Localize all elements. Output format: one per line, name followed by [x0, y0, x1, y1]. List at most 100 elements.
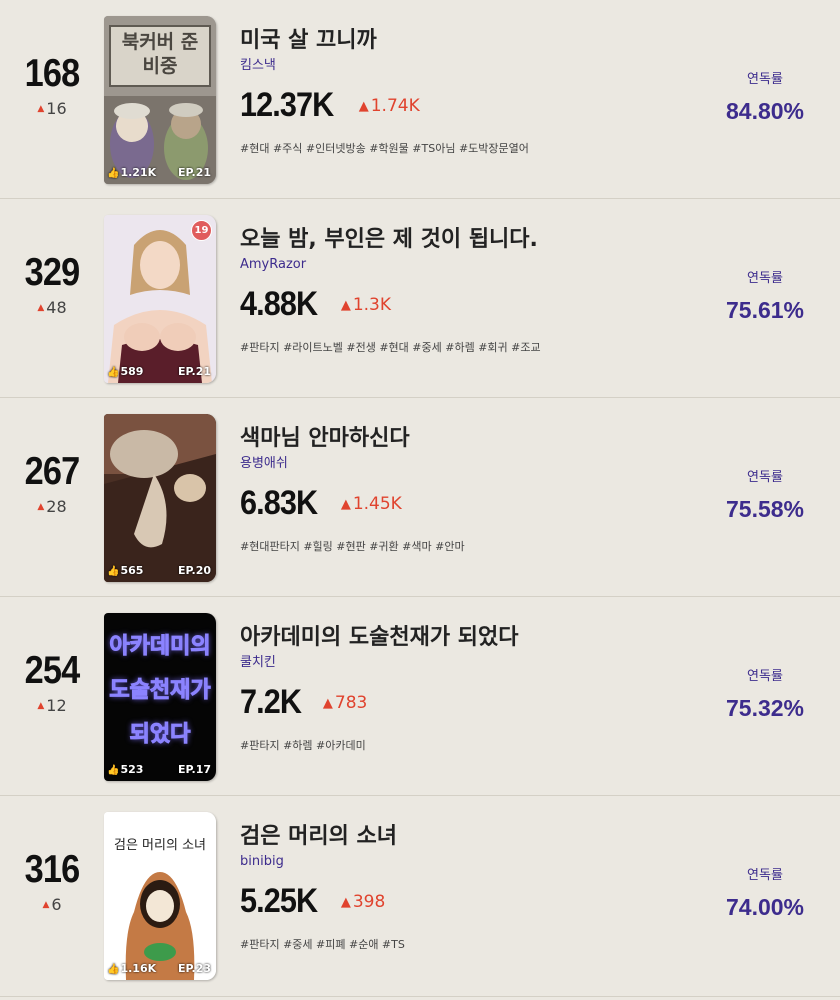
ranking-list: 168 ▲ 16 북커버 준비중 👍1.21K EP.21 미국 살 끄니까 킴스…	[0, 0, 840, 1000]
likes-count: 👍565	[107, 564, 143, 577]
rank-change: ▲ 6	[0, 896, 104, 914]
rank-change: ▲ 48	[0, 299, 104, 317]
episode-count: EP.21	[177, 365, 211, 378]
triangle-up-icon: ▲	[340, 496, 351, 512]
view-count: 7.2K	[240, 683, 302, 721]
rank-change-value: 12	[46, 696, 67, 715]
episode-count: EP.17	[177, 763, 211, 776]
item-info: 미국 살 끄니까 킴스낵 12.37K ▲ 1.74K #현대 #주식 #인터넷방…	[240, 27, 710, 156]
item-stats: 12.37K ▲ 1.74K	[240, 86, 710, 124]
item-info: 오늘 밤, 부인은 제 것이 됩니다. AmyRazor 4.88K ▲ 1.3K…	[240, 226, 710, 355]
rank-block: 316 ▲ 6	[0, 850, 104, 914]
rank-change-value: 48	[46, 298, 67, 317]
item-author[interactable]: 용병애쉬	[240, 456, 710, 472]
triangle-up-icon: ▲	[37, 303, 45, 313]
item-tags: #판타지 #중세 #피폐 #순애 #TS	[240, 938, 405, 951]
triangle-up-icon: ▲	[358, 98, 369, 114]
item-stats: 4.88K ▲ 1.3K	[240, 285, 710, 323]
view-delta-value: 783	[334, 692, 368, 713]
item-title[interactable]: 아카데미의 도술천재가 되었다	[240, 624, 710, 652]
item-info: 색마님 안마하신다 용병애쉬 6.83K ▲ 1.45K #현대판타지 #힐링 #…	[240, 425, 710, 554]
read-ratio-value: 75.58%	[725, 496, 804, 522]
thumbs-up-icon: 👍	[107, 367, 120, 378]
read-ratio-label: 연독률	[747, 868, 783, 883]
cover-image[interactable]: 검은 머리의 소녀 👍1.16K EP.23	[104, 812, 216, 980]
rank-number: 329	[24, 251, 81, 294]
thumbs-up-icon: 👍	[107, 964, 120, 975]
rank-number: 267	[24, 450, 81, 493]
item-tags: #판타지 #하렘 #아카데미	[240, 739, 366, 752]
item-tags: #판타지 #라이트노벨 #전생 #현대 #중세 #하렘 #회귀 #조교	[240, 341, 541, 354]
read-ratio-label: 연독률	[747, 271, 783, 286]
cover-image[interactable]: 북커버 준비중 👍1.21K EP.21	[104, 16, 216, 184]
item-author[interactable]: binibig	[240, 854, 710, 870]
likes-count: 👍589	[107, 365, 143, 378]
view-delta: ▲ 1.74K	[359, 96, 420, 116]
item-title[interactable]: 오늘 밤, 부인은 제 것이 됩니다.	[240, 226, 710, 254]
read-ratio: 연독률 75.61%	[720, 271, 810, 323]
item-title[interactable]: 검은 머리의 소녀	[240, 823, 710, 851]
item-tags: #현대 #주식 #인터넷방송 #학원물 #TS아님 #도박장문열어	[240, 142, 529, 155]
episode-count: EP.20	[177, 564, 211, 577]
thumbs-up-icon: 👍	[107, 566, 120, 577]
age-rating-badge: 19	[191, 220, 212, 241]
read-ratio: 연독률 75.58%	[720, 470, 810, 522]
view-delta-value: 1.3K	[352, 294, 392, 315]
likes-value: 565	[120, 564, 144, 577]
item-author[interactable]: 쿨치킨	[240, 655, 710, 671]
item-stats: 6.83K ▲ 1.45K	[240, 484, 710, 522]
rank-block: 329 ▲ 48	[0, 253, 104, 317]
rank-change-value: 28	[46, 497, 67, 516]
read-ratio-value: 75.32%	[725, 695, 804, 721]
list-item[interactable]: 254 ▲ 12 아카데미의 도술천재가 되었다 👍523 EP.17 아카데미의…	[0, 597, 840, 796]
cover-title: 북커버 준비중	[121, 31, 199, 77]
view-delta: ▲ 1.3K	[341, 295, 391, 315]
rank-number: 254	[24, 649, 81, 692]
item-stats: 7.2K ▲ 783	[240, 683, 710, 721]
read-ratio: 연독률 74.00%	[720, 868, 810, 920]
item-info: 아카데미의 도술천재가 되었다 쿨치킨 7.2K ▲ 783 #판타지 #하렘 #…	[240, 624, 710, 753]
view-delta: ▲ 783	[323, 693, 367, 713]
item-title[interactable]: 색마님 안마하신다	[240, 425, 710, 453]
view-delta-value: 398	[352, 891, 386, 912]
view-delta: ▲ 398	[341, 892, 385, 912]
cover-title: 검은 머리의 소녀	[114, 838, 206, 853]
list-item[interactable]: 168 ▲ 16 북커버 준비중 👍1.21K EP.21 미국 살 끄니까 킴스…	[0, 0, 840, 199]
list-item[interactable]: 267 ▲ 28 👍565 EP.20 색마님 안마하신다 용병애쉬 6.83K …	[0, 398, 840, 597]
cover-image[interactable]: 19 👍589 EP.21	[104, 215, 216, 383]
rank-block: 267 ▲ 28	[0, 452, 104, 516]
view-count: 6.83K	[240, 484, 318, 522]
view-count: 5.25K	[240, 882, 318, 920]
item-title[interactable]: 미국 살 끄니까	[240, 27, 710, 55]
view-delta-value: 1.45K	[352, 493, 402, 514]
triangle-up-icon: ▲	[340, 894, 351, 910]
read-ratio-value: 75.61%	[725, 297, 804, 323]
list-item[interactable]: 316 ▲ 6 검은 머리의 소녀 👍1.16K EP.23 검은 머리의 소녀 …	[0, 796, 840, 997]
triangle-up-icon: ▲	[37, 104, 45, 114]
read-ratio-value: 84.80%	[725, 98, 804, 124]
read-ratio-value: 74.00%	[725, 894, 804, 920]
rank-number: 168	[24, 52, 81, 95]
rank-change-value: 16	[46, 99, 67, 118]
list-item[interactable]: 329 ▲ 48 19 👍589 EP.21 오늘 밤, 부인은 제 것이 됩니다…	[0, 199, 840, 398]
triangle-up-icon: ▲	[37, 701, 45, 711]
thumbs-up-icon: 👍	[107, 765, 120, 776]
rank-change-value: 6	[51, 895, 62, 914]
item-author[interactable]: AmyRazor	[240, 257, 710, 273]
rank-block: 254 ▲ 12	[0, 651, 104, 715]
triangle-up-icon: ▲	[42, 900, 50, 910]
cover-image[interactable]: 👍565 EP.20	[104, 414, 216, 582]
read-ratio-label: 연독률	[747, 470, 783, 485]
cover-image[interactable]: 아카데미의 도술천재가 되었다 👍523 EP.17	[104, 613, 216, 781]
view-count: 4.88K	[240, 285, 318, 323]
thumbs-up-icon: 👍	[107, 168, 120, 179]
item-author[interactable]: 킴스낵	[240, 58, 710, 74]
triangle-up-icon: ▲	[37, 502, 45, 512]
episode-count: EP.23	[177, 962, 211, 975]
cover-art	[104, 414, 216, 582]
likes-count: 👍1.16K	[107, 962, 156, 975]
rank-number: 316	[24, 848, 81, 891]
item-stats: 5.25K ▲ 398	[240, 882, 710, 920]
rank-change: ▲ 28	[0, 498, 104, 516]
likes-count: 👍1.21K	[107, 166, 156, 179]
